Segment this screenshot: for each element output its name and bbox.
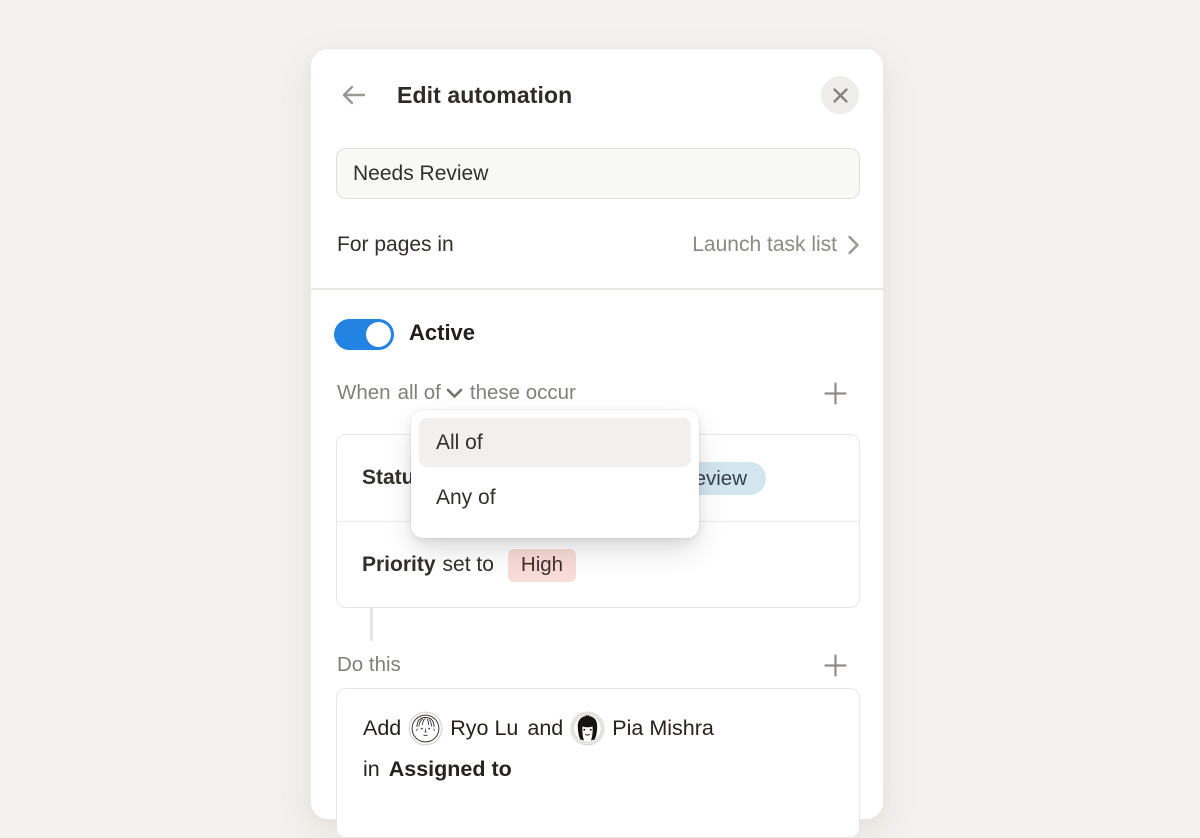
chevron-right-icon [847,234,860,256]
close-icon [832,87,849,104]
priority-value-text: High [521,553,563,577]
avatar-ryo-lu [410,713,441,744]
back-arrow-icon [340,84,366,106]
plus-icon [824,654,847,677]
operator-dropdown-menu: All of Any of [411,410,699,538]
scope-row: For pages in Launch task list [311,223,885,267]
action-section-label: Do this [337,653,401,677]
condition-property: Priority [362,553,436,577]
automation-name-input[interactable]: Needs Review [336,148,860,199]
trigger-suffix: these occur [470,381,576,405]
action-line-1: Add Ryo Lu and [363,713,714,744]
scope-label: For pages in [337,233,454,257]
active-label: Active [409,320,475,346]
action-person-2: Pia Mishra [612,716,714,741]
action-target-property: Assigned to [389,757,512,782]
close-button[interactable] [821,76,859,114]
dialog-title: Edit automation [397,82,572,109]
edit-automation-dialog: Edit automation Needs Review For pages i… [310,48,884,820]
section-divider [311,288,885,290]
plus-icon [824,382,847,405]
add-action-button[interactable] [821,651,849,679]
priority-value-pill: High [508,549,576,582]
menu-item-all-of[interactable]: All of [419,418,691,467]
trigger-header: When all of these occur [337,379,576,407]
action-preposition: in [363,757,380,782]
trigger-operator-select[interactable]: all of [398,381,463,405]
active-toggle[interactable] [334,319,394,350]
add-trigger-button[interactable] [821,379,849,407]
avatar-pia-mishra [572,713,603,744]
action-person-1: Ryo Lu [450,716,518,741]
action-verb: Add [363,716,401,741]
flow-connector-line [370,608,373,641]
toggle-knob [366,322,391,347]
action-card[interactable]: Add Ryo Lu and [336,688,860,838]
condition-verb: set to [443,553,494,577]
scope-value-text: Launch task list [692,233,837,257]
back-button[interactable] [339,81,367,109]
action-conjunction: and [527,716,563,741]
chevron-down-icon [446,388,463,399]
trigger-operator-value: all of [398,381,441,405]
trigger-prefix: When [337,381,391,405]
action-line-2: in Assigned to [363,757,512,782]
scope-picker[interactable]: Launch task list [692,233,860,257]
automation-name-value: Needs Review [353,162,488,186]
menu-item-any-of[interactable]: Any of [419,473,691,522]
